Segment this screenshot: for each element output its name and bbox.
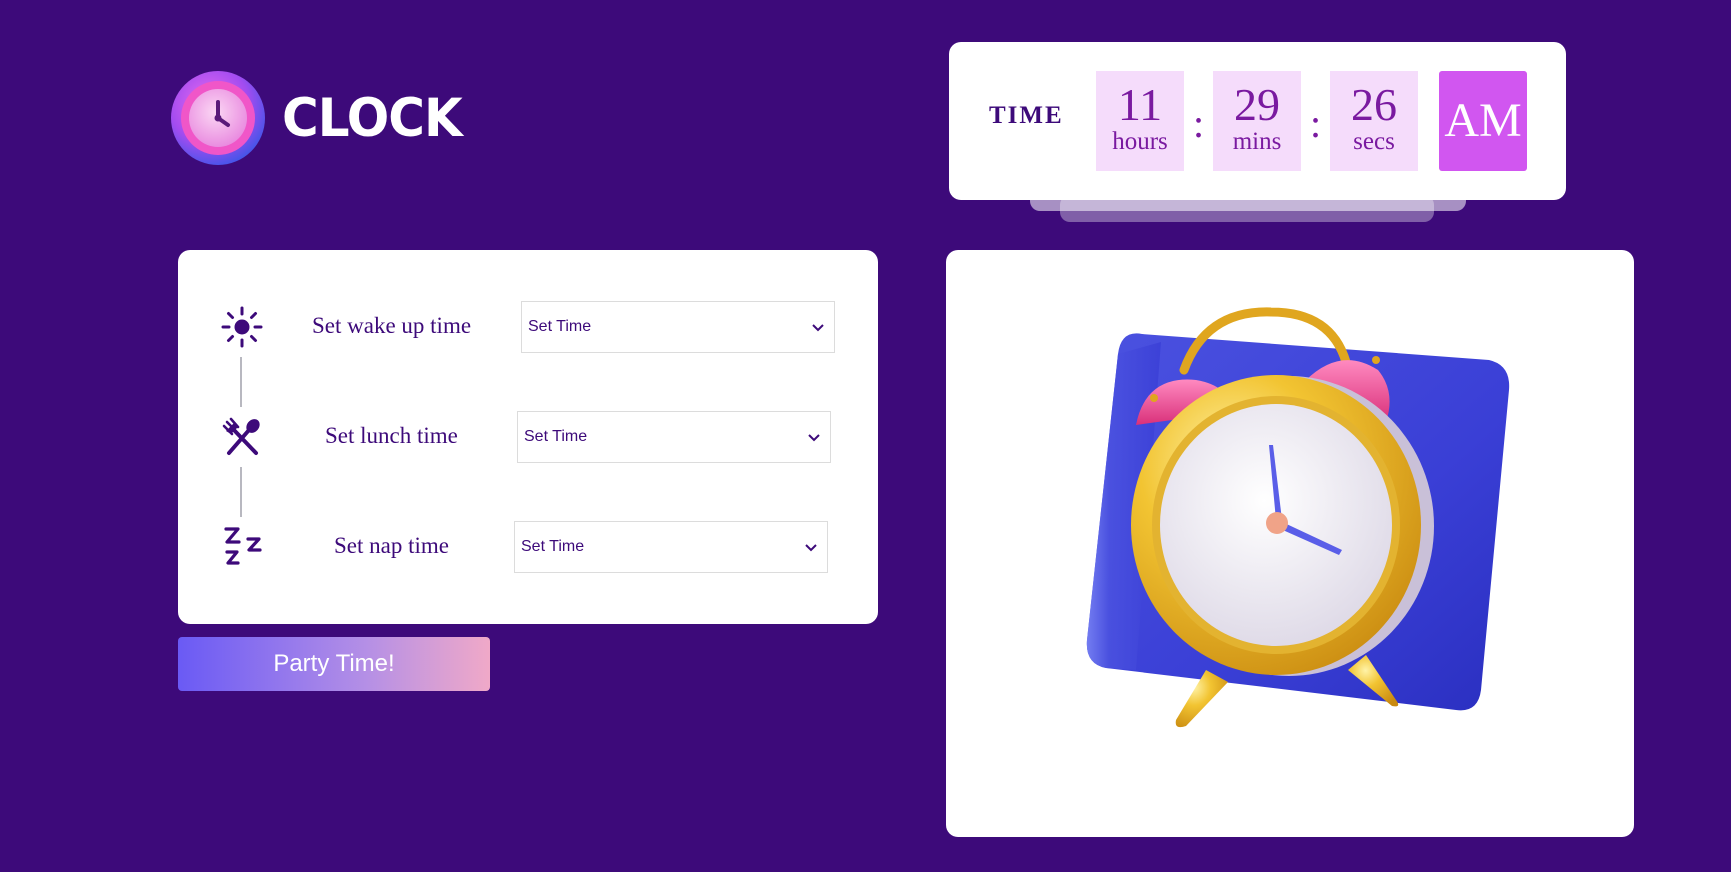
lunch-time-select[interactable]: Set Time (517, 411, 831, 463)
chevron-down-icon (805, 544, 817, 552)
illustration-card (946, 250, 1634, 837)
hours-unit: hours (1112, 128, 1168, 155)
time-label: TIME (989, 102, 1064, 129)
schedule-card: Set wake up time Set Time Set lunch time… (178, 250, 878, 624)
hours-value: 11 (1117, 79, 1163, 130)
timeline-connector (240, 357, 242, 407)
hours-box: 11 hours (1096, 71, 1184, 171)
seconds-box: 26 secs (1330, 71, 1418, 171)
minutes-unit: mins (1232, 128, 1282, 155)
minutes-value: 29 (1234, 79, 1280, 130)
chevron-down-icon (808, 434, 820, 442)
utensils-icon (220, 415, 264, 459)
logo: CLOCK (170, 70, 463, 166)
clock-icon (171, 71, 265, 165)
lunch-label: Set lunch time (325, 423, 458, 448)
seconds-value: 26 (1351, 79, 1397, 130)
wake-up-label: Set wake up time (312, 313, 472, 338)
seconds-unit: secs (1353, 128, 1395, 155)
nap-label: Set nap time (334, 533, 449, 558)
alarm-clock-illustration (1086, 307, 1510, 728)
timeline-connector (240, 467, 242, 517)
sun-icon (220, 305, 264, 349)
lunch-select-value: Set Time (524, 428, 588, 445)
minutes-box: 29 mins (1213, 71, 1301, 171)
time-separator: : (1193, 101, 1205, 146)
meridiem-box: AM (1439, 71, 1527, 171)
party-time-button[interactable]: Party Time! (178, 637, 490, 691)
time-display: TIME 11 hours : 29 mins : 26 secs AM (949, 42, 1566, 200)
wake-up-select-value: Set Time (528, 318, 592, 335)
logo-text: CLOCK (282, 87, 463, 149)
chevron-down-icon (812, 324, 824, 332)
nap-time-select[interactable]: Set Time (514, 521, 828, 573)
wake-up-time-select[interactable]: Set Time (521, 301, 835, 353)
nap-select-value: Set Time (521, 538, 585, 555)
sleep-zzz-icon (222, 525, 266, 569)
time-separator: : (1310, 101, 1322, 146)
